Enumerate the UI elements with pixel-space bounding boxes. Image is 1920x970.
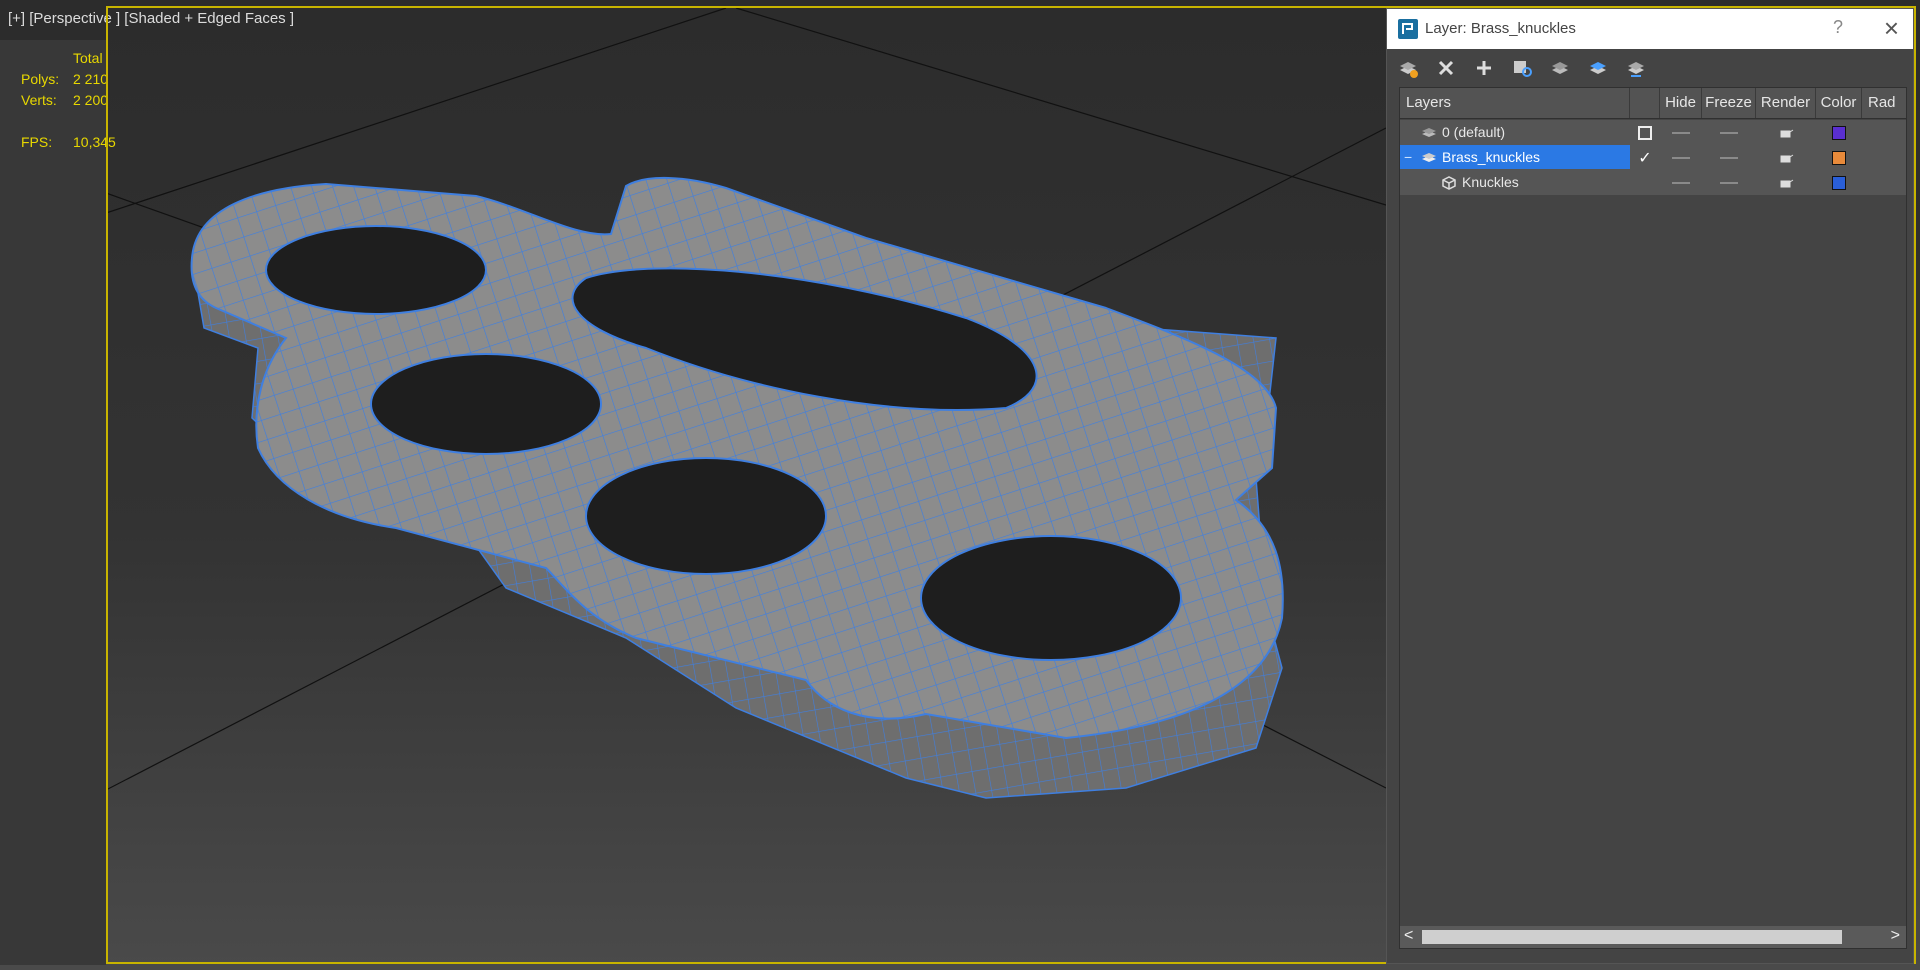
finger-hole-1 bbox=[265, 225, 487, 315]
layer-explorer-title: Layer: Brass_knuckles bbox=[1425, 20, 1576, 37]
layer-icon bbox=[1420, 145, 1438, 170]
col-color[interactable]: Color bbox=[1816, 88, 1862, 118]
active-checkbox[interactable] bbox=[1630, 120, 1660, 145]
layer-options-icon[interactable] bbox=[1585, 55, 1611, 81]
layer-toolbar bbox=[1387, 49, 1913, 85]
create-layer-icon[interactable] bbox=[1395, 55, 1421, 81]
brass-knuckles-mesh[interactable] bbox=[190, 176, 1284, 799]
finger-hole-3 bbox=[585, 457, 827, 575]
col-layers[interactable]: Layers bbox=[1400, 88, 1630, 118]
stats-verts-label: Verts: bbox=[21, 92, 57, 108]
color-swatch[interactable] bbox=[1816, 120, 1862, 145]
render-teapot-icon[interactable] bbox=[1756, 145, 1816, 170]
layer-settings-icon[interactable] bbox=[1623, 55, 1649, 81]
layers-table-header: Layers Hide Freeze Render Color Rad bbox=[1400, 88, 1906, 119]
color-swatch[interactable] bbox=[1816, 170, 1862, 195]
delete-icon[interactable] bbox=[1433, 55, 1459, 81]
hide-toggle[interactable] bbox=[1660, 170, 1702, 195]
select-objects-icon[interactable] bbox=[1509, 55, 1535, 81]
color-swatch[interactable] bbox=[1816, 145, 1862, 170]
layer-name[interactable]: 0 (default) bbox=[1442, 120, 1505, 144]
col-radiosity[interactable]: Rad bbox=[1862, 88, 1906, 118]
col-active[interactable] bbox=[1630, 88, 1660, 118]
stats-polys-label: Polys: bbox=[21, 71, 60, 87]
stats-polys-value: 2 210 bbox=[73, 71, 109, 87]
scroll-right-arrow[interactable]: > bbox=[1891, 927, 1900, 945]
hide-toggle[interactable] bbox=[1660, 145, 1702, 170]
finger-hole-2 bbox=[370, 353, 602, 455]
hide-toggle[interactable] bbox=[1660, 120, 1702, 145]
finger-hole-4 bbox=[920, 535, 1182, 661]
object-row-knuckles[interactable]: Knuckles bbox=[1400, 170, 1906, 195]
scroll-left-arrow[interactable]: < bbox=[1404, 927, 1413, 945]
stats-verts-value: 2 200 bbox=[73, 92, 109, 108]
layer-name[interactable]: Brass_knuckles bbox=[1442, 145, 1540, 169]
layer-explorer-titlebar[interactable]: Layer: Brass_knuckles ? × bbox=[1387, 9, 1913, 49]
render-teapot-icon[interactable] bbox=[1756, 170, 1816, 195]
help-button[interactable]: ? bbox=[1833, 17, 1843, 38]
active-checkmark[interactable]: ✓ bbox=[1630, 145, 1660, 170]
layer-icon bbox=[1420, 120, 1438, 145]
add-to-layer-icon[interactable] bbox=[1471, 55, 1497, 81]
layer-row-brass-knuckles[interactable]: − Brass_knuckles ✓ bbox=[1400, 145, 1906, 170]
freeze-toggle[interactable] bbox=[1702, 120, 1756, 145]
stats-total-label: Total bbox=[73, 50, 103, 66]
freeze-toggle[interactable] bbox=[1702, 145, 1756, 170]
layers-table[interactable]: Layers Hide Freeze Render Color Rad 0 (d… bbox=[1399, 87, 1907, 949]
horizontal-scrollbar[interactable]: < > bbox=[1400, 926, 1906, 948]
col-hide[interactable]: Hide bbox=[1660, 88, 1702, 118]
highlight-icon[interactable] bbox=[1547, 55, 1573, 81]
stats-sidebar bbox=[0, 40, 106, 965]
object-name[interactable]: Knuckles bbox=[1462, 170, 1519, 194]
expand-toggle[interactable]: − bbox=[1404, 145, 1412, 169]
scroll-thumb[interactable] bbox=[1422, 930, 1842, 944]
render-teapot-icon[interactable] bbox=[1756, 120, 1816, 145]
col-freeze[interactable]: Freeze bbox=[1702, 88, 1756, 118]
scene-canvas[interactable]: z x y bbox=[106, 8, 1386, 964]
layer-row-default[interactable]: 0 (default) bbox=[1400, 120, 1906, 145]
close-icon[interactable]: × bbox=[1884, 13, 1899, 43]
object-icon bbox=[1440, 170, 1458, 195]
stats-fps-label: FPS: bbox=[21, 134, 53, 150]
freeze-toggle[interactable] bbox=[1702, 170, 1756, 195]
layer-explorer-panel[interactable]: Layer: Brass_knuckles ? × Layers Hide Fr… bbox=[1386, 8, 1914, 964]
app-icon bbox=[1398, 19, 1418, 39]
col-render[interactable]: Render bbox=[1756, 88, 1816, 118]
